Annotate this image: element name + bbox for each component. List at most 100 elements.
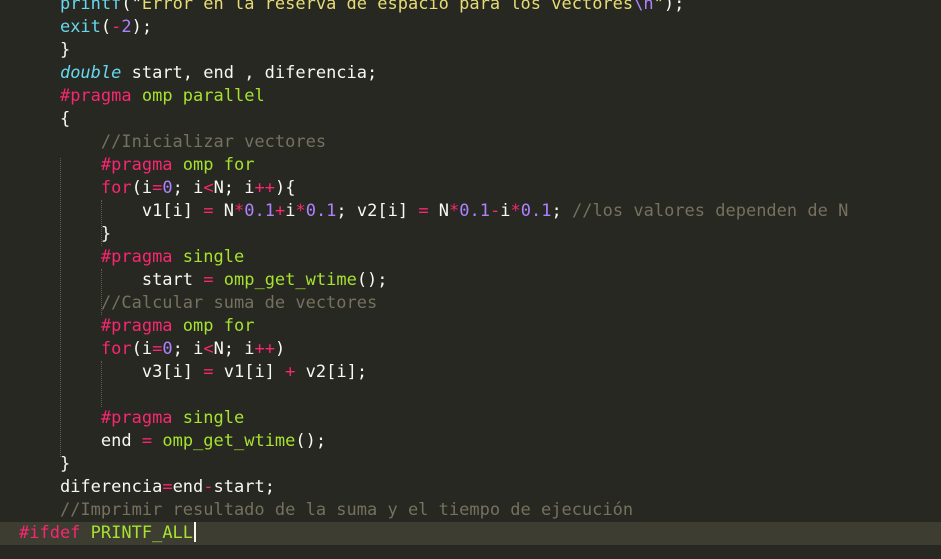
code-line[interactable]: #pragma single xyxy=(19,246,244,269)
code-line[interactable]: } xyxy=(19,223,111,246)
code-token: v2[i]; xyxy=(295,362,368,382)
code-token: ++ xyxy=(254,339,275,359)
code-token: start; xyxy=(213,477,275,497)
code-editor[interactable]: printf("Error en la reserva de espacio p… xyxy=(0,0,941,559)
code-token: #pragma xyxy=(100,247,173,267)
code-token: v3[i] xyxy=(141,362,204,382)
code-line[interactable]: //Imprimir resultado de la suma y el tie… xyxy=(19,499,633,522)
code-line[interactable]: v3[i] = v1[i] + v2[i]; xyxy=(19,361,367,384)
code-token: + xyxy=(274,201,286,221)
code-token: " xyxy=(653,0,664,14)
code-token: 0 xyxy=(162,178,173,198)
code-token: * xyxy=(449,201,460,221)
code-token: = xyxy=(152,178,163,198)
code-line[interactable]: } xyxy=(19,453,70,476)
code-token: } xyxy=(59,454,71,474)
code-line[interactable]: //Inicializar vectores xyxy=(19,131,326,154)
code-line[interactable]: for(i=0; i<N; i++) xyxy=(19,338,285,361)
code-line[interactable]: printf("Error en la reserva de espacio p… xyxy=(19,0,684,16)
code-token: ; i xyxy=(172,339,204,359)
code-token: #ifdef xyxy=(19,523,81,543)
code-token: = xyxy=(162,477,173,497)
code-token: } xyxy=(100,224,112,244)
code-token: = xyxy=(203,270,214,290)
code-line[interactable]: #pragma omp parallel xyxy=(19,85,265,108)
code-line[interactable]: end = omp_get_wtime(); xyxy=(19,430,326,453)
code-token: ; xyxy=(551,201,572,221)
text-cursor xyxy=(194,522,197,542)
code-token: double xyxy=(59,63,122,83)
code-token: i xyxy=(500,201,511,221)
code-token: } xyxy=(59,40,71,60)
code-line[interactable]: #ifdef PRINTF_ALL xyxy=(19,522,197,545)
code-token: * xyxy=(295,201,306,221)
code-token: i xyxy=(285,201,296,221)
code-token: = xyxy=(141,431,153,451)
code-line[interactable]: start = omp_get_wtime(); xyxy=(19,269,388,292)
code-token: #pragma xyxy=(100,408,173,428)
code-line[interactable]: for(i=0; i<N; i++){ xyxy=(19,177,296,200)
code-token: * xyxy=(233,201,245,221)
code-token: (i xyxy=(131,339,153,359)
code-token: omp_get_wtime xyxy=(223,270,357,290)
code-token: for xyxy=(100,339,132,359)
code-token: - xyxy=(490,201,501,221)
code-token: (i xyxy=(131,178,153,198)
code-line[interactable]: { xyxy=(19,108,70,131)
code-line[interactable]: //Calcular suma de vectores xyxy=(19,292,377,315)
code-line[interactable]: diferencia=end-start; xyxy=(19,476,275,499)
code-token: = xyxy=(203,201,214,221)
code-token: { xyxy=(59,109,71,129)
code-token: end xyxy=(172,477,204,497)
code-token: //Calcular suma de vectores xyxy=(100,293,378,313)
code-token: ); xyxy=(663,0,685,14)
code-token: N xyxy=(213,201,234,221)
code-token: - xyxy=(111,17,122,37)
code-token: omp_get_wtime xyxy=(162,431,296,451)
code-token: ++ xyxy=(254,178,275,198)
code-token: //los valores dependen de N xyxy=(571,201,849,221)
code-line[interactable]: exit(-2); xyxy=(19,16,152,39)
code-token: omp parallel xyxy=(141,86,265,106)
code-line[interactable]: } xyxy=(19,39,70,62)
code-token: start, end , diferencia; xyxy=(121,63,378,83)
code-line[interactable]: #pragma single xyxy=(19,407,244,430)
code-token: ) xyxy=(275,339,286,359)
code-line[interactable]: #pragma omp for xyxy=(19,154,255,177)
code-token: v1[i] xyxy=(141,201,204,221)
code-line[interactable]: double start, end , diferencia; xyxy=(19,62,377,85)
code-token: + xyxy=(285,362,296,382)
code-token: 0.1 xyxy=(459,201,491,221)
code-line[interactable]: #pragma omp for xyxy=(19,315,255,338)
code-token: N; i xyxy=(213,178,255,198)
code-token: = xyxy=(203,362,214,382)
code-line[interactable]: v1[i] = N*0.1+i*0.1; v2[i] = N*0.1-i*0.1… xyxy=(19,200,848,223)
code-token: end xyxy=(100,431,142,451)
code-token: N; i xyxy=(213,339,255,359)
code-token: * xyxy=(510,201,521,221)
code-token: < xyxy=(203,339,214,359)
code-token: printf xyxy=(59,0,122,14)
code-token: < xyxy=(203,178,214,198)
code-token: for xyxy=(100,178,132,198)
code-token: 0.1 xyxy=(305,201,337,221)
code-token: ; i xyxy=(172,178,204,198)
code-token: PRINTF_ALL xyxy=(90,523,194,543)
